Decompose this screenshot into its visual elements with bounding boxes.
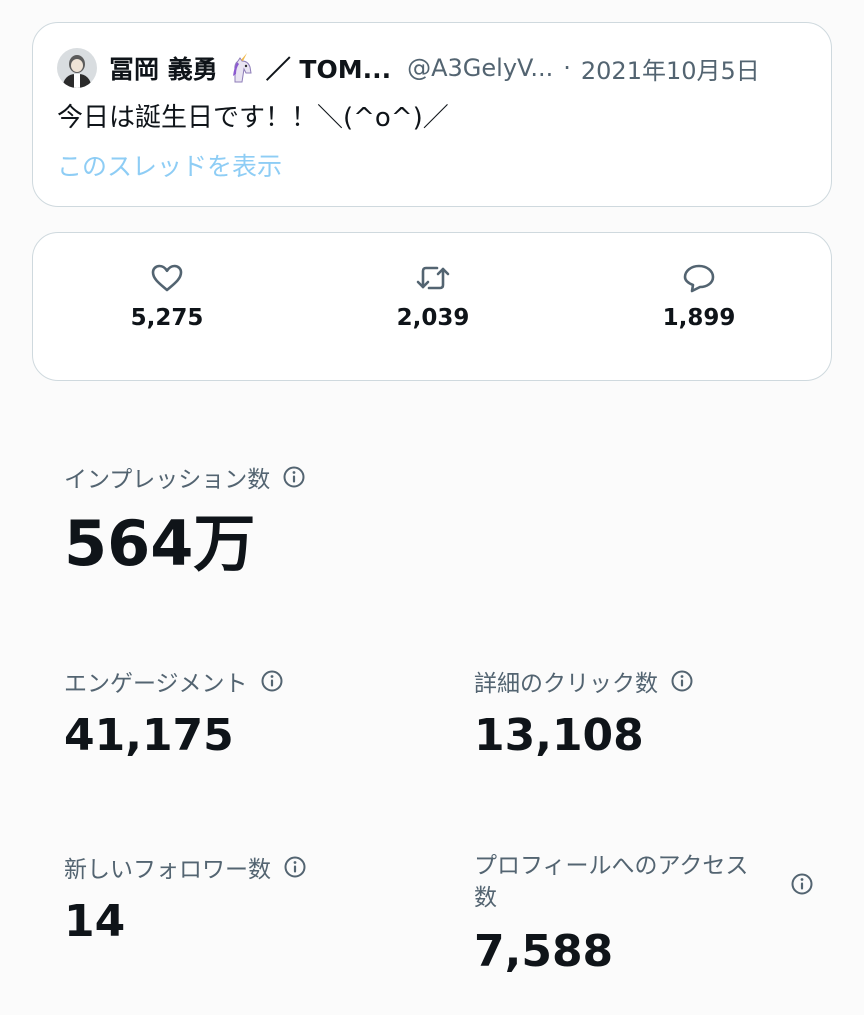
profile-visits-value: 7,588 <box>474 926 614 977</box>
replies-count: 1,899 <box>662 305 736 331</box>
likes-metric[interactable]: 5,275 <box>67 263 267 331</box>
unicorn-icon <box>232 53 252 83</box>
detail-clicks-value: 13,108 <box>474 710 644 761</box>
impressions-label: インプレッション数 <box>64 467 271 493</box>
info-icon[interactable] <box>282 465 306 489</box>
reply-bubble-icon <box>683 264 715 293</box>
info-icon[interactable] <box>790 872 814 896</box>
author-name[interactable]: 冨岡 義勇 <box>109 50 218 86</box>
new-followers-label: 新しいフォロワー数 <box>64 857 271 883</box>
info-icon[interactable] <box>260 669 284 693</box>
engagements-label: エンゲージメント <box>64 671 248 697</box>
profile-visits-stat: プロフィールへのアクセス数 7,588 <box>474 850 814 980</box>
avatar[interactable] <box>57 48 97 88</box>
detail-clicks-stat: 詳細のクリック数 13,108 <box>474 664 694 764</box>
engagement-card: 5,275 2,039 1,899 <box>32 232 832 381</box>
tweet-date[interactable]: 2021年10月5日 <box>581 51 760 86</box>
heart-icon <box>151 264 183 292</box>
likes-count: 5,275 <box>130 305 204 331</box>
engagements-stat: エンゲージメント 41,175 <box>64 664 284 764</box>
detail-clicks-label: 詳細のクリック数 <box>474 671 658 697</box>
author-name-suffix: ／ TOM... <box>265 55 392 84</box>
quoted-tweet-card[interactable]: 冨岡 義勇 ／ TOM... @A3GelyV... · 2021年10月5日 … <box>32 22 832 207</box>
retweets-metric[interactable]: 2,039 <box>333 263 533 331</box>
separator-dot: · <box>563 54 571 82</box>
new-followers-stat: 新しいフォロワー数 14 <box>64 850 307 950</box>
engagements-value: 41,175 <box>64 710 234 761</box>
tweet-header: 冨岡 義勇 ／ TOM... @A3GelyV... · 2021年10月5日 <box>57 47 811 89</box>
show-thread-link[interactable]: このスレッドを表示 <box>57 147 282 183</box>
replies-metric[interactable]: 1,899 <box>599 263 799 331</box>
impressions-value: 564万 <box>64 507 256 580</box>
info-icon[interactable] <box>670 669 694 693</box>
tweet-text: 今日は誕生日です！！＼(^o^)／ <box>57 103 449 133</box>
info-icon[interactable] <box>283 855 307 879</box>
new-followers-value: 14 <box>64 896 126 947</box>
profile-visits-label: プロフィールへのアクセス数 <box>474 853 749 911</box>
retweet-icon <box>416 266 450 290</box>
author-handle[interactable]: @A3GelyV... <box>407 54 553 82</box>
impressions-stat: インプレッション数 564万 <box>64 460 306 582</box>
retweets-count: 2,039 <box>396 305 470 331</box>
